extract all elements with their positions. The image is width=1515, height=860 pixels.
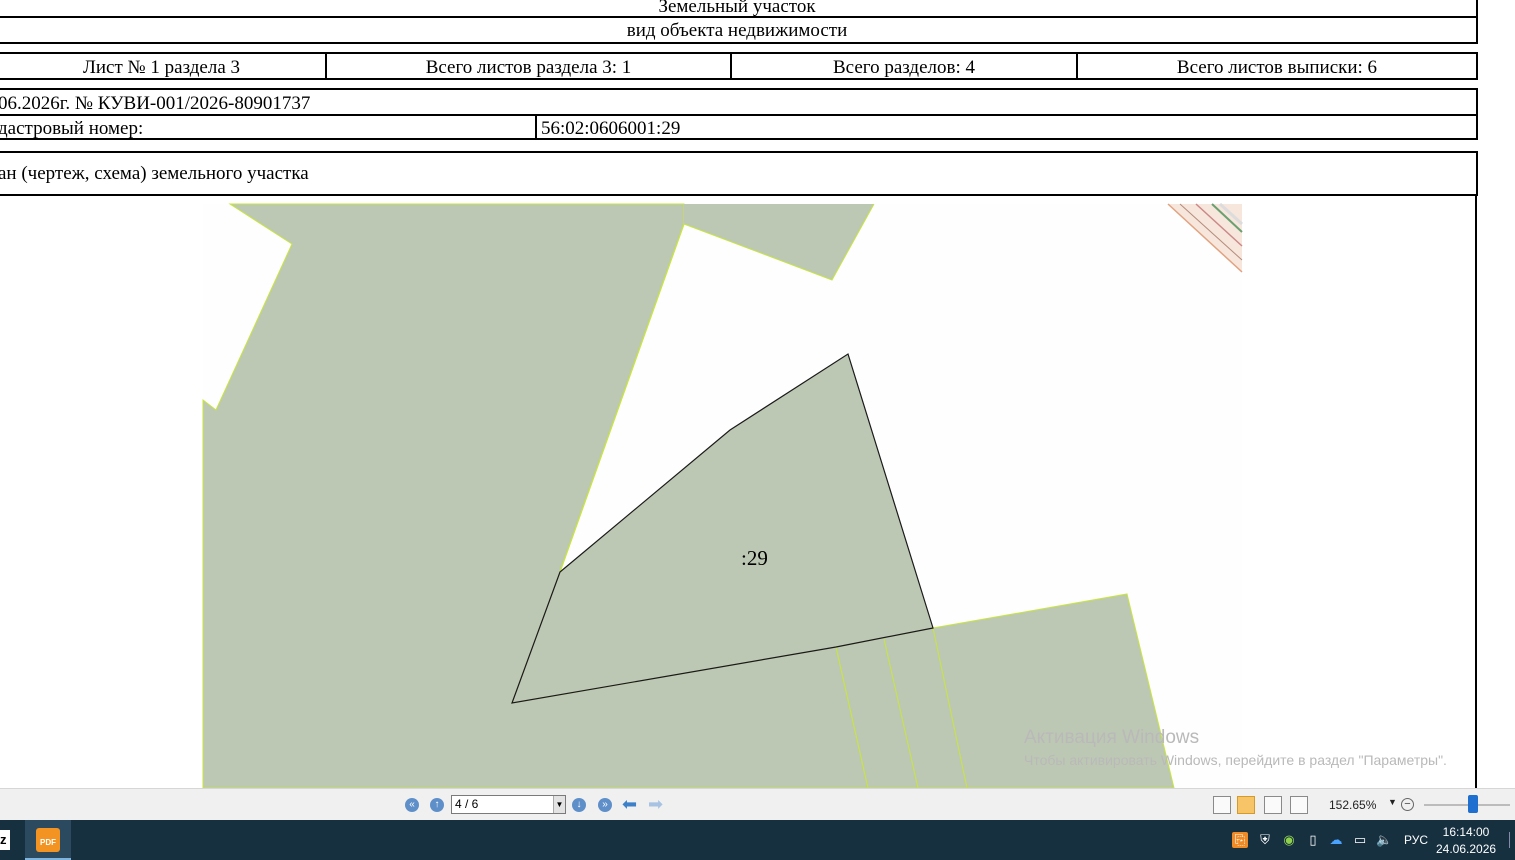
shield-icon[interactable]: ⛨ bbox=[1257, 832, 1273, 848]
language-indicator[interactable]: РУС bbox=[1404, 833, 1428, 847]
taskbar-app-partial-label: z bbox=[0, 832, 7, 847]
object-kind: вид объекта недвижимости bbox=[0, 16, 1478, 44]
plan-title-text: ан (чертеж, схема) земельного участка bbox=[0, 163, 309, 184]
show-desktop-button[interactable] bbox=[1509, 832, 1515, 848]
clock-date: 24.06.2026 bbox=[1436, 842, 1497, 856]
zoom-level[interactable]: 152.65% bbox=[1329, 798, 1376, 812]
parcel-label: :29 bbox=[741, 546, 768, 570]
taskbar-app-partial[interactable]: z bbox=[0, 830, 10, 850]
taskbar-pdf-app[interactable]: PDF bbox=[25, 820, 71, 860]
next-page-button[interactable]: ↓ bbox=[572, 798, 586, 812]
total-sections: Всего разделов: 4 bbox=[730, 52, 1078, 80]
page-dropdown-icon[interactable]: ▼ bbox=[553, 796, 565, 813]
network-icon[interactable]: ▭ bbox=[1352, 832, 1368, 848]
total-sheets-section-text: Всего листов раздела 3: 1 bbox=[425, 57, 632, 78]
volume-icon[interactable]: 🔈 bbox=[1376, 832, 1392, 848]
viewer-toolbar: « ↑ 4 / 6 ▼ ↓ » ⬅ ➡ 152.65% ▼ − bbox=[0, 788, 1515, 820]
cloud-icon[interactable]: ☁ bbox=[1328, 832, 1344, 848]
cadastral-label: дастровый номер: bbox=[0, 114, 537, 140]
total-sheets-extract-text: Всего листов выписки: 6 bbox=[1176, 57, 1378, 78]
thumbnail-view-icon[interactable] bbox=[1290, 796, 1308, 814]
document-page: :29 Земельный участок вид объекта недвиж… bbox=[0, 0, 1515, 788]
sheet-number: Лист № 1 раздела 3 bbox=[0, 52, 327, 80]
last-page-button[interactable]: » bbox=[598, 798, 612, 812]
plan-title: ан (чертеж, схема) земельного участка bbox=[0, 151, 1478, 196]
cadastral-label-text: дастровый номер: bbox=[0, 118, 144, 139]
two-page-view-icon[interactable] bbox=[1264, 796, 1282, 814]
prev-page-button[interactable]: ↑ bbox=[430, 798, 444, 812]
sheet-number-text: Лист № 1 раздела 3 bbox=[82, 57, 241, 78]
antivirus-icon[interactable]: ◉ bbox=[1281, 832, 1297, 848]
plan-frame-border bbox=[1475, 194, 1477, 788]
cadastral-value-text: 56:02:0606001:29 bbox=[541, 118, 681, 139]
total-sections-text: Всего разделов: 4 bbox=[832, 57, 976, 78]
windows-activation-title: Активация Windows bbox=[1024, 727, 1200, 748]
zoom-slider-thumb[interactable] bbox=[1468, 795, 1478, 813]
continuous-view-icon[interactable] bbox=[1237, 796, 1255, 814]
zoom-out-icon[interactable]: − bbox=[1401, 798, 1414, 811]
taskbar: z PDF ⎘ ⛨ ◉ ▯ ☁ ▭ 🔈 РУС 16:14:00 24.06.2… bbox=[0, 820, 1515, 860]
pdf-app-icon: PDF bbox=[36, 828, 60, 852]
first-page-button[interactable]: « bbox=[405, 798, 419, 812]
cadastral-value: 56:02:0606001:29 bbox=[535, 114, 1478, 140]
clock-time: 16:14:00 bbox=[1442, 825, 1490, 839]
extract-number: 06.2026г. № КУВИ-001/2026-80901737 bbox=[0, 88, 1478, 116]
page-indicator: 4 / 6 bbox=[455, 797, 479, 811]
total-sheets-section: Всего листов раздела 3: 1 bbox=[325, 52, 732, 80]
extract-number-text: 06.2026г. № КУВИ-001/2026-80901737 bbox=[0, 93, 311, 114]
back-arrow-icon[interactable]: ⬅ bbox=[622, 795, 637, 813]
zoom-slider-track[interactable] bbox=[1424, 804, 1510, 806]
windows-activation-text: Чтобы активировать Windows, перейдите в … bbox=[1024, 752, 1447, 768]
object-title-text: Земельный участок bbox=[658, 0, 816, 17]
forward-arrow-icon[interactable]: ➡ bbox=[648, 795, 663, 813]
clock[interactable]: 16:14:00 24.06.2026 bbox=[1436, 824, 1496, 858]
total-sheets-extract: Всего листов выписки: 6 bbox=[1076, 52, 1478, 80]
tray-app-icon[interactable]: ⎘ bbox=[1232, 832, 1248, 848]
object-kind-text: вид объекта недвижимости bbox=[626, 20, 848, 41]
usb-icon[interactable]: ▯ bbox=[1305, 832, 1321, 848]
zoom-dropdown-icon[interactable]: ▼ bbox=[1388, 797, 1397, 807]
single-page-view-icon[interactable] bbox=[1213, 796, 1231, 814]
page-number-field[interactable]: 4 / 6 ▼ bbox=[451, 795, 566, 814]
